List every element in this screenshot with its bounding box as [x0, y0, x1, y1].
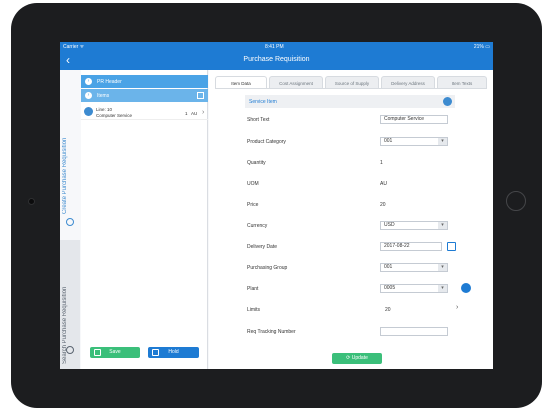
- home-button[interactable]: [506, 191, 526, 211]
- label-purchasing-group: Purchasing Group: [247, 265, 288, 271]
- service-item-icon: [443, 97, 452, 106]
- item-quantity: 1: [185, 111, 188, 116]
- product-category-select[interactable]: 001: [380, 137, 448, 146]
- pr-header-row[interactable]: › PR Header: [81, 75, 208, 88]
- item-description: Computer Service: [96, 113, 133, 118]
- update-button[interactable]: ⟳ Update: [332, 353, 382, 364]
- hold-label: Hold: [168, 349, 179, 355]
- label-short-text: Short Text: [247, 117, 270, 123]
- carrier-label: Carrier ᯤ: [63, 44, 85, 50]
- clock: 8:41 PM: [265, 44, 284, 50]
- hold-icon: [152, 349, 159, 356]
- tab-create-label: Create Purchase Requisition: [62, 137, 68, 214]
- label-req-tracking-number: Req Tracking Number: [247, 329, 296, 335]
- side-tab-strip: Create Purchase Requisition Search Purch…: [60, 70, 80, 369]
- tab-delivery-address[interactable]: Delivery Address: [381, 76, 435, 88]
- tab-search-purchase-requisition[interactable]: Search Purchase Requisition: [60, 240, 80, 369]
- limits-value: 20: [385, 307, 391, 313]
- save-icon: [94, 349, 101, 356]
- chevron-right-circle-icon: ›: [85, 78, 92, 85]
- plant-select[interactable]: 0005: [380, 284, 448, 293]
- chevron-right-icon[interactable]: ›: [456, 304, 458, 311]
- service-item-icon: [84, 107, 93, 116]
- hold-button[interactable]: Hold: [148, 347, 199, 358]
- tab-source-of-supply[interactable]: Source of Supply: [325, 76, 379, 88]
- short-text-input[interactable]: Computer Service: [380, 115, 448, 124]
- item-tabs: Item Data Cost Assignment Source of Supp…: [215, 76, 487, 88]
- items-row[interactable]: › Items: [81, 89, 208, 102]
- price-value: 20: [380, 202, 386, 208]
- update-label: Update: [351, 355, 368, 361]
- left-panel: › PR Header › Items Line: 10 Computer Se…: [81, 70, 208, 369]
- label-plant: Plant: [247, 286, 259, 292]
- tab-item-texts[interactable]: Item Texts: [437, 76, 487, 88]
- search-icon: [66, 346, 74, 354]
- battery-indicator: 21% ▭: [473, 44, 490, 50]
- label-currency: Currency: [247, 223, 268, 229]
- quantity-value: 1: [380, 160, 383, 166]
- list-item[interactable]: Line: 10 Computer Service 1 AU ›: [81, 104, 208, 120]
- chevron-down-circle-icon: ›: [85, 92, 92, 99]
- tab-cost-assignment[interactable]: Cost Assignment: [269, 76, 323, 88]
- item-data-form: Service Item Short Text Computer Service…: [215, 88, 487, 369]
- label-quantity: Quantity: [247, 160, 266, 166]
- section-title: Service Item: [249, 99, 277, 105]
- label-price: Price: [247, 202, 259, 208]
- currency-select[interactable]: USD: [380, 221, 448, 230]
- grid-icon[interactable]: [197, 92, 204, 99]
- tab-item-data[interactable]: Item Data: [215, 76, 267, 88]
- save-label: Save: [109, 349, 121, 355]
- label-product-category: Product Category: [247, 139, 286, 145]
- globe-icon[interactable]: [461, 283, 471, 293]
- section-header: Service Item: [245, 95, 455, 108]
- right-panel: Item Data Cost Assignment Source of Supp…: [209, 70, 493, 369]
- purchasing-group-select[interactable]: 001: [380, 263, 448, 272]
- label-uom: UOM: [247, 181, 259, 187]
- save-button[interactable]: Save: [90, 347, 140, 358]
- camera-icon: [28, 198, 35, 205]
- uom-value: AU: [380, 181, 387, 187]
- chevron-right-icon: ›: [202, 109, 205, 116]
- tab-create-purchase-requisition[interactable]: Create Purchase Requisition: [60, 70, 80, 240]
- label-delivery-date: Delivery Date: [247, 244, 278, 250]
- item-line: Line: 10: [96, 107, 113, 112]
- status-bar: Carrier ᯤ 8:41 PM 21% ▭: [60, 42, 493, 51]
- plus-circle-icon: [66, 218, 74, 226]
- screen: Carrier ᯤ 8:41 PM 21% ▭ ‹ Purchase Requi…: [60, 42, 493, 369]
- req-tracking-number-input[interactable]: [380, 327, 448, 336]
- nav-bar: ‹ Purchase Requisition: [60, 51, 493, 70]
- page-title: Purchase Requisition: [243, 56, 310, 63]
- pr-header-label: PR Header: [97, 79, 122, 85]
- label-limits: Limits: [247, 307, 261, 313]
- items-label: Items: [97, 93, 110, 99]
- calendar-icon[interactable]: [447, 242, 456, 251]
- item-uom: AU: [191, 111, 198, 116]
- delivery-date-input[interactable]: 2017-08-22: [380, 242, 442, 251]
